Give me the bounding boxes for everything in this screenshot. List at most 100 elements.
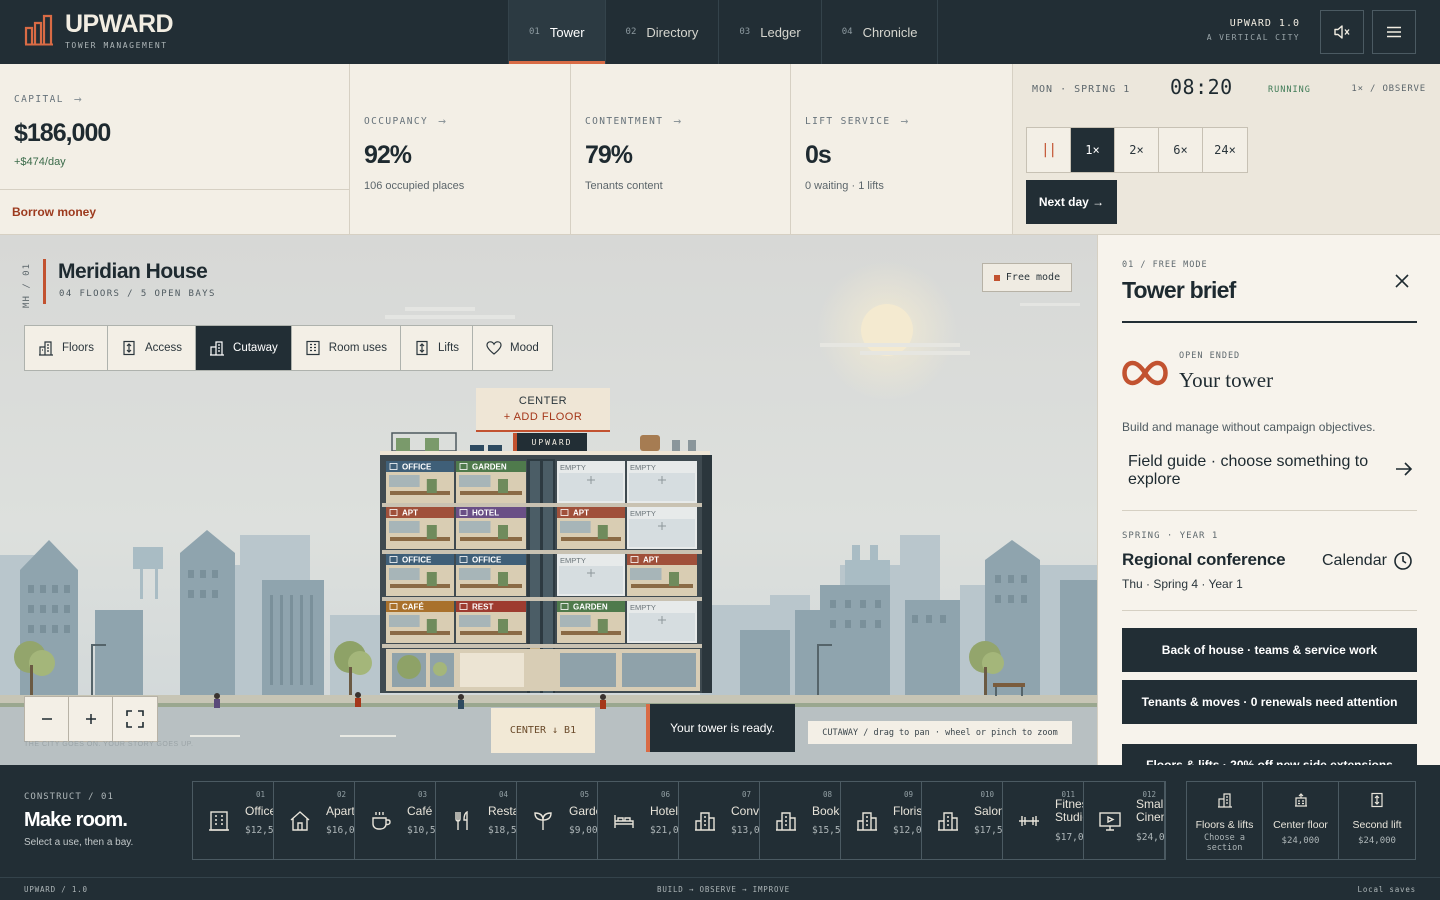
cutaway-icon	[210, 341, 225, 356]
version-sub: A VERTICAL CITY	[1206, 33, 1300, 42]
cutaway-tool[interactable]: Cutaway	[196, 326, 292, 370]
tower-scene[interactable]: OFFICE GARDEN EMPTY EMPTY APT HOTEL APT EMPTY OF…	[0, 235, 1097, 765]
tower-room[interactable]: EMPTY	[557, 461, 625, 503]
build-floors-lifts[interactable]: Floors & lifts Choose a section	[1187, 782, 1263, 859]
tower-room[interactable]: EMPTY	[627, 461, 697, 503]
tower-room[interactable]: HOTEL	[456, 507, 526, 549]
infinity-icon	[1122, 360, 1168, 386]
tower-room[interactable]: CAFÉ	[386, 601, 454, 643]
build-cafe[interactable]: 03 Café $10,500	[355, 782, 436, 859]
build-second-lift[interactable]: Second lift $24,000	[1339, 782, 1415, 859]
tower-room[interactable]: APT	[386, 507, 454, 549]
back-of-house-button[interactable]: Back of house · teams & service work	[1122, 628, 1417, 672]
bookshop-icon	[776, 812, 796, 831]
access-tool[interactable]: Access	[108, 326, 197, 370]
tower-room[interactable]: OFFICE	[386, 461, 454, 503]
convention-hall-icon	[695, 812, 715, 831]
construct-kicker: CONSTRUCT / 01	[24, 792, 114, 802]
tenants-moves-button[interactable]: Tenants & moves · 0 renewals need attent…	[1122, 680, 1417, 724]
view-hint: CUTAWAY / drag to pan · wheel or pinch t…	[808, 721, 1072, 744]
house-icon	[290, 811, 310, 831]
structure-name: Second lift	[1352, 819, 1402, 831]
room-uses-tool-label: Room uses	[328, 342, 387, 354]
lifts-tool[interactable]: Lifts	[401, 326, 474, 370]
next-day-button[interactable]: Next day →	[1026, 180, 1117, 224]
room-label: CAFÉ	[402, 603, 424, 612]
local-saves-link[interactable]: Local saves	[1358, 885, 1416, 894]
occupancy-stat[interactable]: OCCUPANCY → 92% 106 occupied places	[350, 64, 571, 234]
build-convention[interactable]: 07 Convention $13,000	[679, 782, 760, 859]
mood-tool[interactable]: Mood	[473, 326, 552, 370]
bay-label: EMPTY	[560, 556, 586, 565]
fork-knife-icon	[455, 810, 468, 830]
field-guide-link[interactable]: Field guide · choose something to explor…	[1122, 443, 1417, 511]
tab-tower[interactable]: 01 Tower	[508, 0, 605, 64]
build-office[interactable]: 01 Office $12,500	[193, 782, 274, 859]
tower-room[interactable]: OFFICE	[456, 554, 526, 596]
tower-room[interactable]: GARDEN	[456, 461, 526, 503]
tower-room[interactable]: GARDEN	[557, 601, 625, 643]
build-restaurant[interactable]: 04 Restaurant $18,500	[436, 782, 517, 859]
build-apartment[interactable]: 02 Apartment $16,000	[274, 782, 355, 859]
build-hotel[interactable]: 06 Hotel $21,000	[598, 782, 679, 859]
room-uses-tool[interactable]: Room uses	[292, 326, 401, 370]
build-small-cinema[interactable]: 012 Small Cinema $24,000	[1084, 782, 1165, 859]
mode-title: Your tower	[1179, 368, 1274, 392]
add-floor-button[interactable]: CENTER + ADD FLOOR	[476, 388, 610, 432]
tower-room[interactable]: EMPTY	[557, 554, 625, 596]
status-dot	[993, 274, 1000, 281]
footer: UPWARD / 1.0 BUILD → OBSERVE → IMPROVE L…	[0, 877, 1440, 900]
contentment-stat[interactable]: CONTENTMENT → 79% Tenants content	[571, 64, 791, 234]
build-bookshop[interactable]: 08 Bookshop $15,500	[760, 782, 841, 859]
tab-ledger[interactable]: 03 Ledger	[718, 0, 820, 64]
item-price: $18,500	[488, 825, 517, 836]
zoom-in-button[interactable]	[69, 697, 113, 741]
build-garden[interactable]: 05 Garden $9,000	[517, 782, 598, 859]
bay-label: EMPTY	[630, 603, 656, 612]
fit-view-button[interactable]	[113, 697, 157, 741]
borrow-money-button[interactable]: Borrow money	[0, 189, 349, 234]
zoom-controls	[24, 696, 158, 742]
item-price: $12,000	[893, 825, 922, 836]
tower-room[interactable]: EMPTY	[627, 507, 697, 549]
room-plant	[597, 619, 608, 633]
capital-label: CAPITAL	[14, 94, 64, 105]
lift-label: LIFT SERVICE	[805, 116, 891, 127]
close-panel-button[interactable]	[1390, 269, 1414, 293]
floors-tool[interactable]: Floors	[25, 326, 108, 370]
stats-bar: CAPITAL → $186,000 +$474/day Borrow money…	[0, 64, 1440, 235]
tab-directory[interactable]: 02 Directory	[604, 0, 719, 64]
item-name: Bookshop	[812, 804, 840, 818]
free-mode-badge[interactable]: Free mode	[982, 263, 1072, 292]
build-center-floor[interactable]: Center floor $24,000	[1263, 782, 1339, 859]
speed-6x-button[interactable]: 6×	[1159, 128, 1203, 172]
floors-lifts-button[interactable]: Floors & lifts · 20% off new side extens…	[1122, 744, 1417, 765]
room-furniture	[390, 584, 450, 588]
basement-button[interactable]: CENTER ↓ B1	[491, 708, 595, 753]
speed-1x-button[interactable]: 1×	[1071, 128, 1115, 172]
lift-service-stat[interactable]: LIFT SERVICE → 0s 0 waiting · 1 lifts	[791, 64, 1013, 234]
mood-tool-label: Mood	[510, 342, 539, 354]
tower-room[interactable]: EMPTY	[627, 601, 697, 643]
calendar-button[interactable]: Calendar	[1322, 551, 1413, 571]
pause-button[interactable]: ||	[1027, 128, 1071, 172]
menu-button[interactable]	[1372, 10, 1416, 54]
tab-chronicle[interactable]: 04 Chronicle	[820, 0, 939, 64]
build-fitness-studio[interactable]: 011 Fitness Studio $17,000	[1003, 782, 1084, 859]
capital-stat[interactable]: CAPITAL → $186,000 +$474/day Borrow money	[0, 64, 350, 234]
lift-value: 0s	[805, 141, 832, 169]
office-building-icon	[209, 811, 229, 831]
speed-2x-button[interactable]: 2×	[1115, 128, 1159, 172]
tower-room[interactable]: APT	[557, 507, 625, 549]
florist-icon	[857, 812, 877, 831]
tower-room[interactable]: APT	[627, 554, 697, 596]
tower-room[interactable]: OFFICE	[386, 554, 454, 596]
construct-subtitle: Select a use, then a bay.	[24, 837, 134, 848]
mute-button[interactable]	[1320, 10, 1364, 54]
speed-24x-button[interactable]: 24×	[1203, 128, 1247, 172]
build-salon[interactable]: 010 Salon $17,500	[922, 782, 1003, 859]
tower-room[interactable]: REST	[456, 601, 526, 643]
build-florist[interactable]: 09 Florist $12,000	[841, 782, 922, 859]
zoom-out-button[interactable]	[25, 697, 69, 741]
item-price: $10,500	[407, 825, 436, 836]
